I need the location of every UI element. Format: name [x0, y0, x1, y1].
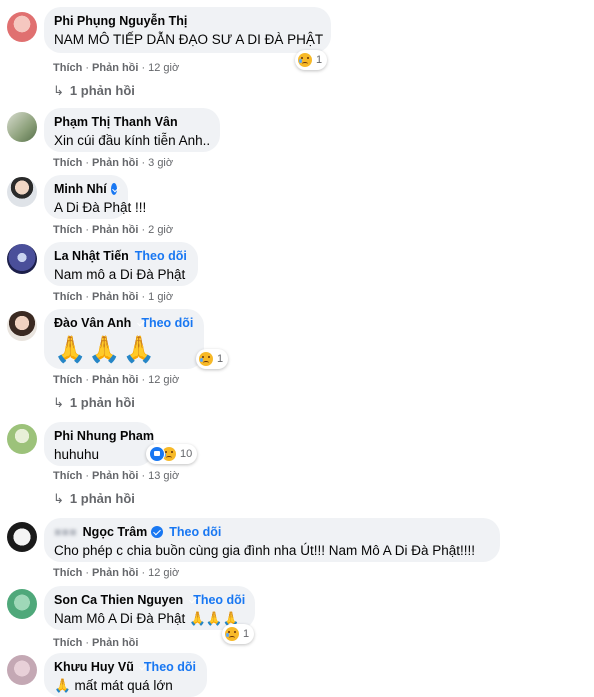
verified-badge-icon — [151, 526, 163, 538]
like-link[interactable]: Thích — [53, 567, 82, 579]
comment-time: 2 giờ — [148, 224, 173, 236]
comment-text: Cho phép c chia buồn cùng gia đình nha Ú… — [54, 543, 489, 558]
reaction-count[interactable]: 1 — [222, 624, 254, 644]
reply-arrow-icon: ↳ — [53, 83, 64, 99]
avatar[interactable] — [7, 12, 37, 42]
commenter-name[interactable]: Phi Nhung Pham — [54, 429, 143, 443]
comment-actions: Thích·Phản hồi — [53, 637, 138, 649]
comment-bubble: Minh Nhí A Di Đà Phật !!! — [44, 175, 128, 219]
avatar[interactable] — [7, 244, 37, 274]
reply-link[interactable]: Phản hồi — [92, 224, 138, 236]
comment-actions: Thích·Phản hồi·1 giờ — [53, 291, 173, 303]
commenter-name[interactable]: Son Ca Thien NguyenTheo dõi — [54, 593, 244, 607]
comment-actions: Thích·Phản hồi·13 giờ — [53, 470, 179, 482]
avatar[interactable] — [7, 522, 37, 552]
reply-link[interactable]: Phản hồi — [92, 62, 138, 74]
comment-time: 3 giờ — [148, 157, 173, 169]
sad-reaction-icon — [199, 352, 213, 366]
follow-link[interactable]: Theo dõi — [135, 249, 187, 263]
comment-time: 1 giờ — [148, 291, 173, 303]
comment-bubble: ■■■Ngọc TrâmTheo dõi Cho phép c chia buồ… — [44, 518, 500, 562]
commenter-name[interactable]: ■■■Ngọc TrâmTheo dõi — [54, 525, 489, 539]
avatar[interactable] — [7, 424, 37, 454]
commenter-name[interactable]: Minh Nhí — [54, 182, 117, 196]
commenter-name[interactable]: Đào Vân AnhTheo dõi — [54, 316, 193, 330]
like-reaction-icon — [149, 446, 165, 462]
comment-bubble: Đào Vân AnhTheo dõi 🙏🙏🙏 — [44, 309, 204, 369]
comment-bubble: Phi Phụng Nguyễn Thị NAM MÔ TIẾP DẪN ĐẠO… — [44, 7, 331, 53]
comment-text: Nam mô a Di Đà Phật — [54, 267, 187, 282]
comment-actions: Thích·Phản hồi·2 giờ — [53, 224, 173, 236]
comment-bubble: Son Ca Thien NguyenTheo dõi Nam Mô A Di … — [44, 586, 255, 630]
verified-badge-icon — [111, 183, 117, 195]
reply-link[interactable]: Phản hồi — [92, 291, 138, 303]
comment-bubble: Khưu Huy VũTheo dõi 🙏 mất mát quá lớn — [44, 653, 207, 697]
comment-time: 12 giờ — [148, 567, 179, 579]
reply-link[interactable]: Phản hồi — [92, 567, 138, 579]
follow-link[interactable]: Theo dõi — [193, 593, 245, 607]
like-link[interactable]: Thích — [53, 637, 82, 649]
view-replies[interactable]: ↳1 phản hồi — [53, 83, 135, 99]
view-replies[interactable]: ↳1 phản hồi — [53, 491, 135, 507]
commenter-name[interactable]: Khưu Huy VũTheo dõi — [54, 660, 196, 674]
commenter-name[interactable]: Phạm Thị Thanh Vân — [54, 115, 209, 129]
reaction-count[interactable]: 10 — [146, 444, 197, 464]
reaction-count[interactable]: 1 — [196, 349, 228, 369]
avatar[interactable] — [7, 311, 37, 341]
sad-reaction-icon — [298, 53, 312, 67]
comment-time: 12 giờ — [148, 62, 179, 74]
reaction-count[interactable]: 1 — [295, 50, 327, 70]
reply-link[interactable]: Phản hồi — [92, 157, 138, 169]
comment-time: 12 giờ — [148, 374, 179, 386]
blurred-name: ■■■ — [54, 525, 77, 539]
comment-text: A Di Đà Phật !!! — [54, 200, 117, 215]
reply-arrow-icon: ↳ — [53, 395, 64, 411]
commenter-name[interactable]: Phi Phụng Nguyễn Thị — [54, 14, 320, 28]
comment-text: Nam Mô A Di Đà Phật 🙏🙏🙏 — [54, 611, 244, 627]
comment-text: huhuhu — [54, 447, 143, 462]
like-link[interactable]: Thích — [53, 470, 82, 482]
comment-actions: Thích·Phản hồi·12 giờ — [53, 62, 179, 74]
comment-bubble: Phạm Thị Thanh Vân Xin cúi đầu kính tiễn… — [44, 108, 220, 152]
reply-link[interactable]: Phản hồi — [92, 470, 138, 482]
like-link[interactable]: Thích — [53, 157, 82, 169]
like-link[interactable]: Thích — [53, 62, 82, 74]
commenter-name[interactable]: La Nhật TiếnTheo dõi — [54, 249, 187, 263]
comment-emoji: 🙏🙏🙏 — [54, 334, 193, 365]
like-link[interactable]: Thích — [53, 374, 82, 386]
comment-time: 13 giờ — [148, 470, 179, 482]
comment-actions: Thích·Phản hồi·12 giờ — [53, 567, 179, 579]
comment-actions: Thích·Phản hồi·12 giờ — [53, 374, 179, 386]
comment-actions: Thích·Phản hồi·3 giờ — [53, 157, 173, 169]
comment-text: NAM MÔ TIẾP DẪN ĐẠO SƯ A DI ĐÀ PHẬT — [54, 32, 320, 47]
comment-text: 🙏 mất mát quá lớn — [54, 678, 196, 694]
follow-link[interactable]: Theo dõi — [141, 316, 193, 330]
avatar[interactable] — [7, 655, 37, 685]
avatar[interactable] — [7, 589, 37, 619]
avatar[interactable] — [7, 112, 37, 142]
like-link[interactable]: Thích — [53, 224, 82, 236]
like-link[interactable]: Thích — [53, 291, 82, 303]
reply-link[interactable]: Phản hồi — [92, 637, 138, 649]
avatar[interactable] — [7, 177, 37, 207]
view-replies[interactable]: ↳1 phản hồi — [53, 395, 135, 411]
sad-reaction-icon — [225, 627, 239, 641]
follow-link[interactable]: Theo dõi — [169, 525, 221, 539]
comment-text: Xin cúi đầu kính tiễn Anh.. — [54, 133, 209, 148]
reply-arrow-icon: ↳ — [53, 491, 64, 507]
reply-link[interactable]: Phản hồi — [92, 374, 138, 386]
follow-link[interactable]: Theo dõi — [144, 660, 196, 674]
comment-bubble: La Nhật TiếnTheo dõi Nam mô a Di Đà Phật — [44, 242, 198, 286]
comment-bubble: Phi Nhung Pham huhuhu — [44, 422, 154, 466]
